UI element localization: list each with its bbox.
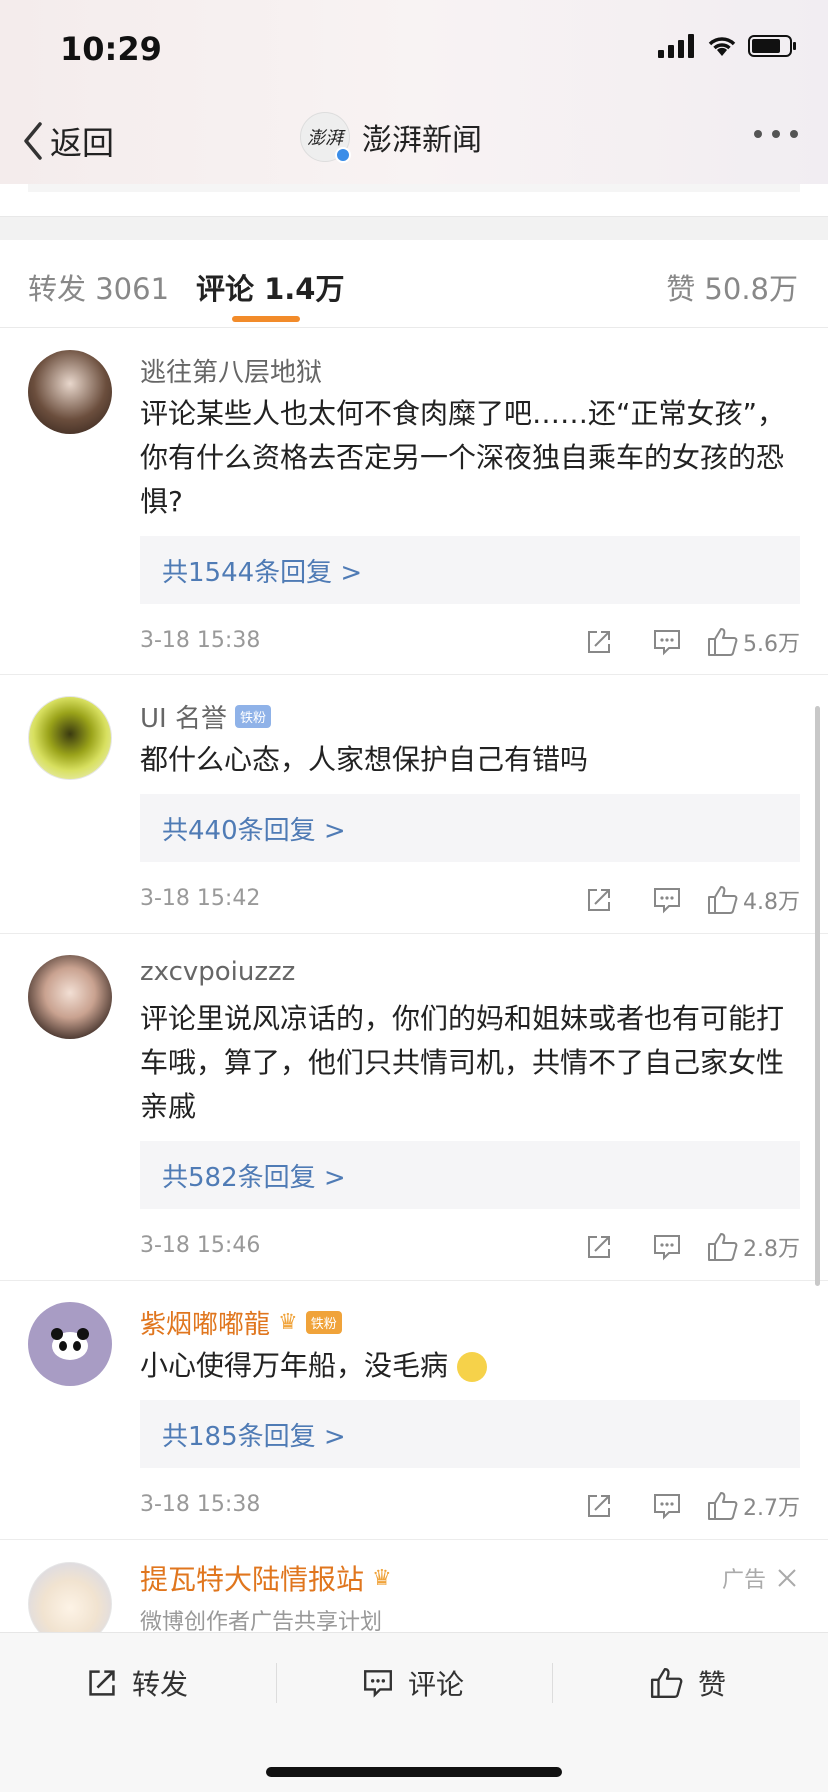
like-button[interactable]: 5.6万	[707, 622, 800, 662]
divider	[276, 1663, 277, 1703]
comment-button[interactable]: 评论	[362, 1663, 464, 1703]
avatar[interactable]	[28, 696, 112, 780]
comment-username[interactable]: zxcvpoiuzzz	[140, 957, 295, 987]
section-separator	[0, 216, 828, 240]
account-avatar: 澎湃	[300, 112, 351, 163]
tab-bar: 转发 3061 评论 1.4万 赞 50.8万	[0, 240, 828, 328]
comment-username[interactable]: 逃往第八层地狱	[140, 352, 322, 389]
like-count: 2.8万	[743, 1237, 800, 1262]
battery-icon	[748, 35, 796, 57]
fan-badge: 铁粉	[234, 705, 271, 728]
comment-footer: 3-18 15:38 5.6万	[140, 622, 800, 662]
comment-item: zxcvpoiuzzz 评论里说风凉话的，你们的妈和姐妹或者也有可能打车哦，算了…	[0, 935, 828, 1281]
comment-time: 3-18 15:38	[140, 628, 261, 653]
share-icon[interactable]	[571, 880, 627, 920]
more-icon[interactable]	[754, 130, 798, 138]
divider	[28, 184, 800, 192]
comment-icon[interactable]	[639, 622, 695, 662]
like-button[interactable]: 2.7万	[707, 1486, 800, 1526]
ad-item[interactable]: 提瓦特大陆情报站 ♛ 微博创作者广告共享计划 广告	[0, 1540, 828, 1646]
avatar[interactable]	[28, 1302, 112, 1386]
tab-likes[interactable]: 赞 50.8万	[666, 266, 798, 308]
ad-account-name[interactable]: 提瓦特大陆情报站 ♛	[140, 1558, 392, 1598]
scrollbar[interactable]	[815, 706, 820, 1286]
divider	[552, 1663, 553, 1703]
status-bar: 10:29	[60, 30, 798, 70]
replies-link[interactable]: 共185条回复 >	[140, 1400, 800, 1468]
repost-icon	[89, 1670, 115, 1696]
status-time: 10:29	[60, 30, 162, 68]
replies-link[interactable]: 共582条回复 >	[140, 1141, 800, 1209]
header: 10:29 返回 澎湃 澎湃新闻	[0, 0, 828, 184]
replies-link[interactable]: 共1544条回复 >	[140, 536, 800, 604]
page-title: 澎湃新闻	[362, 123, 482, 158]
like-button[interactable]: 赞	[650, 1663, 726, 1703]
ad-tag: 广告	[722, 1562, 798, 1594]
nav-bar: 返回 澎湃 澎湃新闻	[0, 108, 828, 172]
account-logo-text: 澎湃	[307, 128, 343, 149]
verified-icon	[335, 147, 351, 163]
comment-username[interactable]: 紫烟嘟嘟龍 ♛ 铁粉	[140, 1304, 342, 1341]
tab-comments[interactable]: 评论 1.4万	[196, 266, 344, 308]
comment-text: 都什么心态，人家想保护自己有错吗	[140, 743, 589, 776]
comment-time: 3-18 15:42	[140, 886, 261, 911]
comment-item: 紫烟嘟嘟龍 ♛ 铁粉 小心使得万年船，没毛病 共185条回复 > 3-18 15:3…	[0, 1282, 828, 1540]
comment-item: UI 名誉 铁粉 都什么心态，人家想保护自己有错吗 共440条回复 > 3-18 …	[0, 676, 828, 934]
crown-icon: ♛	[372, 1565, 392, 1591]
back-button[interactable]: 返回	[22, 118, 114, 164]
thumb-up-icon	[708, 628, 738, 656]
like-label: 赞	[698, 1668, 727, 1701]
share-icon[interactable]	[571, 1227, 627, 1267]
account-header[interactable]: 澎湃 澎湃新闻	[300, 112, 482, 163]
thumb-up-icon	[708, 1233, 738, 1261]
like-count: 5.6万	[743, 632, 800, 657]
comment-icon[interactable]	[639, 1486, 695, 1526]
thumb-up-icon	[650, 1668, 683, 1698]
comment-footer: 3-18 15:46 2.8万	[140, 1227, 800, 1267]
fan-badge: 铁粉	[305, 1311, 342, 1334]
panda-icon	[51, 1328, 89, 1360]
comment-text: 评论某些人也太何不食肉糜了吧……还“正常女孩”，你有什么资格去否定另一个深夜独自…	[140, 397, 786, 518]
signal-icon	[658, 34, 694, 58]
thumb-up-icon	[708, 886, 738, 914]
avatar[interactable]	[28, 350, 112, 434]
share-icon[interactable]	[571, 1486, 627, 1526]
thumb-up-icon	[708, 1492, 738, 1520]
like-button[interactable]: 4.8万	[707, 880, 800, 920]
bottom-action-bar: 转发 评论 赞	[0, 1632, 828, 1792]
close-icon[interactable]	[776, 1567, 798, 1589]
tab-reposts[interactable]: 转发 3061	[28, 266, 169, 308]
repost-label: 转发	[132, 1668, 189, 1701]
like-count: 4.8万	[743, 890, 800, 915]
repost-button[interactable]: 转发	[86, 1663, 188, 1703]
comment-text: 评论里说风凉话的，你们的妈和姐妹或者也有可能打车哦，算了，他们只共情司机，共情不…	[140, 1002, 785, 1123]
like-button[interactable]: 2.8万	[707, 1227, 800, 1267]
comment-username[interactable]: UI 名誉 铁粉	[140, 698, 271, 735]
back-label: 返回	[50, 124, 115, 162]
like-count: 2.7万	[743, 1496, 800, 1521]
replies-link[interactable]: 共440条回复 >	[140, 794, 800, 862]
comment-time: 3-18 15:46	[140, 1233, 261, 1258]
status-icons	[658, 34, 798, 58]
comment-footer: 3-18 15:42 4.8万	[140, 880, 800, 920]
comment-footer: 3-18 15:38 2.7万	[140, 1486, 800, 1526]
share-icon[interactable]	[571, 622, 627, 662]
active-tab-indicator	[232, 316, 300, 322]
comment-icon[interactable]	[639, 880, 695, 920]
comment-icon	[364, 1670, 392, 1698]
comment-text: 小心使得万年船，没毛病	[140, 1344, 800, 1388]
avatar[interactable]	[28, 955, 112, 1039]
chevron-left-icon	[24, 122, 42, 160]
comment-icon[interactable]	[639, 1227, 695, 1267]
comment-item: 逃往第八层地狱 评论某些人也太何不食肉糜了吧……还“正常女孩”，你有什么资格去否…	[0, 330, 828, 675]
crown-icon: ♛	[278, 1310, 298, 1335]
wifi-icon	[708, 37, 736, 56]
comment-label: 评论	[408, 1668, 465, 1701]
comment-time: 3-18 15:38	[140, 1492, 261, 1517]
shrug-emoji-icon	[456, 1352, 487, 1382]
home-indicator[interactable]	[266, 1767, 562, 1777]
